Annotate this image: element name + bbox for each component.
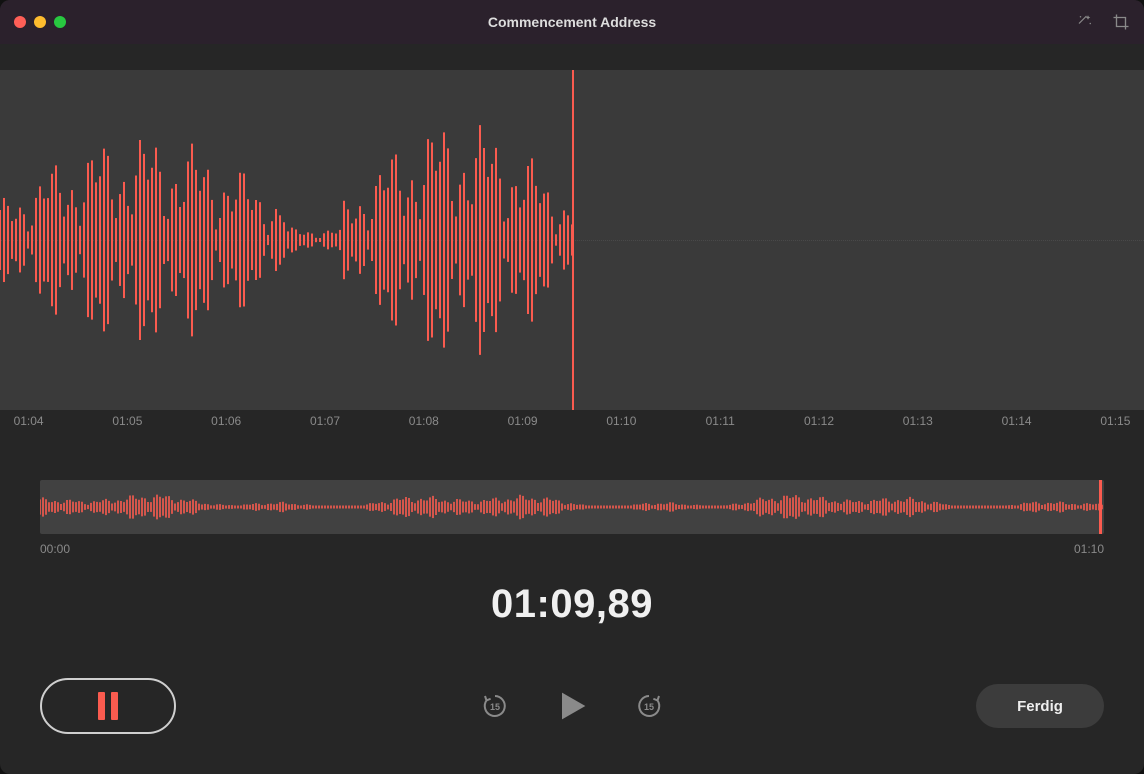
skip-back-label: 15 xyxy=(480,691,510,721)
ruler-tick: 01:15 xyxy=(1100,414,1130,428)
ruler-tick: 01:09 xyxy=(508,414,538,428)
ruler-tick: 01:06 xyxy=(211,414,241,428)
window-title: Commencement Address xyxy=(0,14,1144,30)
overview-wrap: 00:00 01:10 xyxy=(0,480,1144,556)
ruler-tick: 01:13 xyxy=(903,414,933,428)
overview-labels: 00:00 01:10 xyxy=(40,542,1104,556)
skip-back-button[interactable]: 15 xyxy=(480,691,510,721)
title-bar: Commencement Address xyxy=(0,0,1144,44)
pause-icon xyxy=(98,692,118,720)
ruler-tick: 01:04 xyxy=(14,414,44,428)
ruler-tick: 01:14 xyxy=(1002,414,1032,428)
ruler-tick: 01:12 xyxy=(804,414,834,428)
ruler-tick: 01:08 xyxy=(409,414,439,428)
overview-end-label: 01:10 xyxy=(1074,542,1104,556)
pause-button[interactable] xyxy=(40,678,176,734)
done-button[interactable]: Ferdig xyxy=(976,684,1104,728)
ruler-tick: 01:10 xyxy=(606,414,636,428)
playhead[interactable] xyxy=(572,70,574,410)
skip-forward-label: 15 xyxy=(634,691,664,721)
skip-forward-button[interactable]: 15 xyxy=(634,691,664,721)
elapsed-time: 01:09,89 xyxy=(0,582,1144,627)
play-button[interactable] xyxy=(552,686,592,726)
enhance-icon[interactable] xyxy=(1076,13,1094,31)
transport-controls: 15 15 Ferdig xyxy=(0,666,1144,746)
overview-start-label: 00:00 xyxy=(40,542,70,556)
ruler-tick: 01:05 xyxy=(112,414,142,428)
crop-icon[interactable] xyxy=(1112,13,1130,31)
overview-strip[interactable] xyxy=(40,480,1104,534)
center-transport-group: 15 15 xyxy=(480,686,664,726)
time-ruler: 01:04 01:05 01:06 01:07 01:08 01:09 01:10 01:11… xyxy=(0,410,1144,438)
recorder-window: Commencement Address 01:0401:0501:0601:0… xyxy=(0,0,1144,774)
titlebar-actions xyxy=(1076,13,1130,31)
overview-playhead[interactable] xyxy=(1099,480,1102,534)
ruler-tick: 01:11 xyxy=(706,414,735,428)
ruler-tick: 01:07 xyxy=(310,414,340,428)
overview-waveform xyxy=(40,480,1104,534)
main-waveform-panel[interactable] xyxy=(0,70,1144,410)
